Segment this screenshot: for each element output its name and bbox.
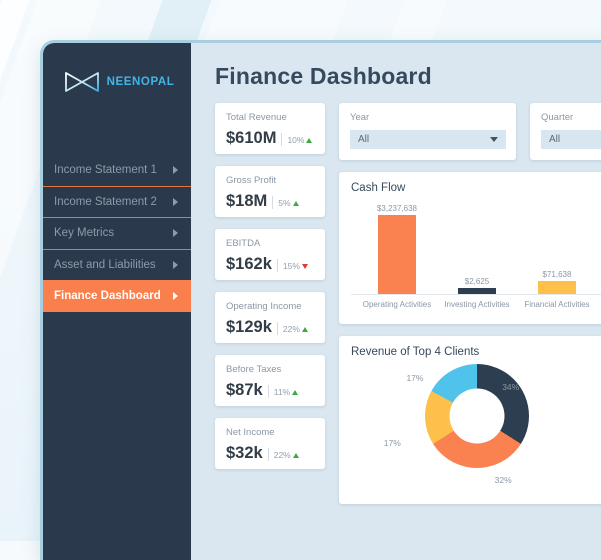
brand-logo: NEENOPAL [43, 43, 191, 121]
year-select[interactable]: All [350, 130, 506, 149]
kpi-card-before-taxes: Before Taxes $87k 11% [215, 355, 325, 406]
sidebar-item-finance-dashboard[interactable]: Finance Dashboard [43, 280, 191, 312]
filter-label: Year [350, 112, 370, 123]
kpi-divider [276, 258, 278, 272]
kpi-card-operating-income: Operating Income $129k 22% [215, 292, 325, 343]
chart-title: Revenue of Top 4 Clients [351, 346, 480, 358]
kpi-value: $129k [226, 318, 272, 336]
kpi-divider [267, 447, 269, 461]
kpi-card-ebitda: EBITDA $162k 15% [215, 229, 325, 280]
kpi-card-gross-profit: Gross Profit $18M 5% [215, 166, 325, 217]
bar-value-label: $3,237,638 [376, 204, 418, 213]
kpi-delta: 11% [274, 388, 299, 397]
bar-group: $71,638 [517, 198, 597, 294]
bar-chart-plot-area: $3,237,638 $2,625 $71,638 [351, 198, 601, 295]
chevron-down-icon [490, 137, 498, 142]
sidebar-item-label: Asset and Liabilities [54, 258, 156, 271]
trend-up-icon [292, 201, 299, 206]
donut-chart-plot-area: 34% 32% 17% 17% [351, 360, 601, 500]
sidebar-item-label: Finance Dashboard [54, 290, 161, 303]
kpi-title: EBITDA [226, 238, 261, 249]
sidebar-item-income-statement-1[interactable]: Income Statement 1 [43, 154, 191, 186]
chevron-right-icon [173, 197, 178, 206]
donut-slice-label: 32% [494, 475, 512, 485]
x-axis-tick-label: Operating Activities [362, 300, 432, 309]
cash-flow-chart-card: Cash Flow $3,237,638 $2,625 $71,638 Oper… [339, 172, 601, 324]
donut-chart[interactable] [425, 364, 529, 468]
chevron-right-icon [173, 260, 178, 269]
kpi-column: Total Revenue $610M 10% Gross Profit $18… [215, 103, 325, 504]
kpi-value: $32k [226, 444, 263, 462]
sidebar-nav: Income Statement 1 Income Statement 2 Ke… [43, 154, 191, 312]
trend-up-icon [292, 453, 299, 458]
kpi-card-net-income: Net Income $32k 22% [215, 418, 325, 469]
sidebar-item-label: Income Statement 2 [54, 195, 157, 208]
trend-up-icon [306, 138, 313, 143]
chart-title: Cash Flow [351, 182, 406, 194]
chevron-right-icon [173, 165, 178, 174]
x-axis-tick-label: Financial Activities [524, 300, 590, 309]
year-select-value: All [358, 134, 370, 145]
kpi-title: Net Income [226, 427, 275, 438]
content-grid: Total Revenue $610M 10% Gross Profit $18… [191, 103, 601, 504]
chevron-right-icon [173, 292, 178, 301]
infinity-bowtie-logo-icon [64, 71, 100, 93]
bar-value-label: $71,638 [542, 270, 572, 279]
quarter-select-value: All [549, 134, 561, 145]
kpi-title: Gross Profit [226, 175, 277, 186]
donut-slice-label: 34% [502, 382, 520, 392]
filter-card-quarter: Quarter All [530, 103, 601, 160]
trend-down-icon [301, 264, 308, 269]
sidebar-item-asset-and-liabilities[interactable]: Asset and Liabilities [43, 248, 191, 281]
kpi-delta: 22% [274, 451, 299, 460]
filter-label: Quarter [541, 112, 574, 123]
chevron-right-icon [173, 229, 178, 238]
dashboard-window: NEENOPAL Income Statement 1 Income State… [40, 40, 601, 560]
kpi-delta: 22% [283, 325, 308, 334]
kpi-divider [276, 321, 278, 335]
sidebar-item-label: Key Metrics [54, 227, 115, 240]
sidebar: NEENOPAL Income Statement 1 Income State… [43, 43, 191, 560]
brand-name: NEENOPAL [106, 76, 175, 88]
bar-group: $3,237,638 [357, 198, 437, 294]
kpi-delta: 10% [287, 136, 313, 145]
kpi-value: $610M [226, 129, 277, 147]
kpi-divider [281, 132, 283, 146]
bar-value-label: $2,625 [464, 277, 490, 286]
bar[interactable] [458, 288, 496, 294]
kpi-value: $18M [226, 192, 268, 210]
trend-up-icon [292, 390, 299, 395]
bar[interactable] [538, 281, 576, 294]
sidebar-item-income-statement-2[interactable]: Income Statement 2 [43, 185, 191, 218]
filter-card-year: Year All [339, 103, 516, 160]
kpi-delta: 15% [283, 262, 308, 271]
sidebar-item-key-metrics[interactable]: Key Metrics [43, 217, 191, 249]
bar-group: $2,625 [437, 198, 517, 294]
quarter-select[interactable]: All [541, 130, 601, 149]
main-content: Finance Dashboard Total Revenue $610M 10… [191, 43, 601, 560]
kpi-title: Operating Income [226, 301, 302, 312]
kpi-title: Before Taxes [226, 364, 282, 375]
kpi-divider [272, 195, 274, 209]
trend-up-icon [301, 327, 308, 332]
kpi-divider [267, 384, 269, 398]
kpi-value: $162k [226, 255, 272, 273]
kpi-title: Total Revenue [226, 112, 287, 123]
bar[interactable] [378, 215, 416, 294]
revenue-chart-card: Revenue of Top 4 Clients 34% 32% 17% 17% [339, 336, 601, 504]
sidebar-item-label: Income Statement 1 [54, 163, 157, 176]
donut-slice-label: 17% [406, 373, 424, 383]
x-axis-tick-label: Investing Activities [444, 300, 510, 309]
kpi-delta: 5% [278, 199, 299, 208]
donut-slice-label: 17% [383, 438, 401, 448]
kpi-value: $87k [226, 381, 263, 399]
page-title: Finance Dashboard [215, 63, 432, 89]
kpi-card-total-revenue: Total Revenue $610M 10% [215, 103, 325, 154]
bar-chart-x-axis: Operating Activities Investing Activitie… [351, 300, 601, 309]
filter-row: Year All Quarter All [339, 103, 601, 160]
right-column: Year All Quarter All Cash Flow $3,237,63… [339, 103, 601, 504]
